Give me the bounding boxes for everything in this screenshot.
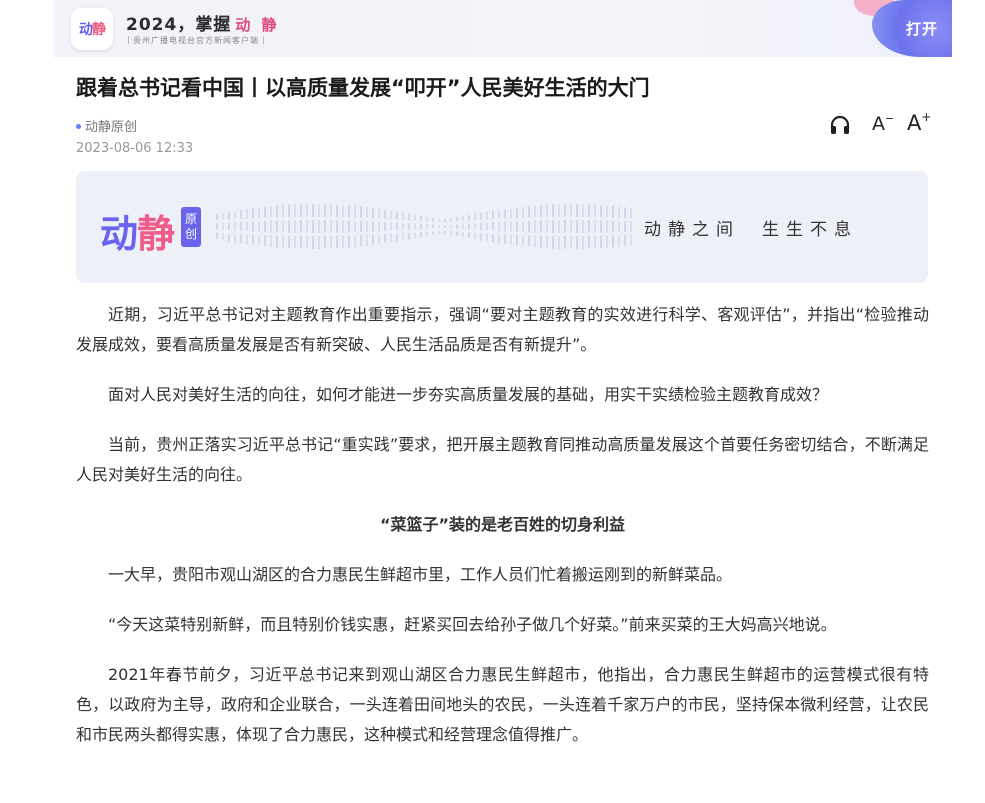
original-tag-char-1: 原 [184,212,197,226]
paragraph: 近期，习近平总书记对主题教育作出重要指示，强调“要对主题教育的实效进行科学、客观… [76,305,929,354]
original-tag-char-2: 创 [184,227,197,241]
paragraph: “今天这菜特别新鲜，而且特别价钱实惠，赶紧买回去给孙子做几个好菜。”前来买菜的王… [108,615,837,634]
font-decrease-letter: A [872,113,885,135]
source-dot-icon [76,124,81,129]
open-app-button[interactable]: 打开 [906,18,938,39]
open-app-area[interactable]: 打开 [872,0,952,57]
decorative-dash-pattern [216,204,632,249]
app-slogan: 2024，掌握动 静 [126,10,280,35]
font-increase-letter: A [907,111,922,135]
reading-tools: A− A+ [829,110,931,138]
headphone-icon[interactable] [829,115,851,135]
section-subheading: “菜篮子”装的是老百姓的切身利益 [379,515,626,534]
article-source[interactable]: 动静原创 [76,116,137,135]
banner-slogan-left: 动静之间 [644,220,740,240]
original-tag: 原 创 [181,207,201,247]
slogan-year: 2024，掌握 [126,15,232,35]
banner-slogan: 动静之间 生生不息 [644,215,858,240]
source-label: 动静原创 [85,120,138,135]
banner-brand: 动静 [100,203,175,258]
font-decrease-sign: − [885,112,895,125]
article-body: 近期，习近平总书记对主题教育作出重要指示，强调“要对主题教育的实效进行科学、客观… [76,300,929,770]
paragraph: 2021年春节前夕，习近平总书记来到观山湖区合力惠民生鲜超市，他指出，合力惠民生… [76,665,929,744]
app-logo-char-1: 动 [79,22,93,38]
banner-slogan-right: 生生不息 [762,220,858,240]
slogan-brand: 动 静 [235,16,280,34]
font-increase-button[interactable]: A+ [907,110,931,135]
banner-brand-char-1: 动 [100,212,138,256]
app-download-banner[interactable]: 动静 2024，掌握动 静 贵州广播电视台官方新闻客户端 打开 [53,0,952,57]
font-decrease-button[interactable]: A− [872,112,894,135]
banner-brand-char-2: 静 [137,212,175,256]
publish-timestamp: 2023-08-06 12:33 [76,141,194,156]
app-logo: 动静 [71,8,113,50]
app-logo-char-2: 静 [92,22,106,38]
font-increase-sign: + [921,110,932,124]
paragraph: 一大早，贵阳市观山湖区的合力惠民生鲜超市里，工作人员们忙着搬运刚到的新鲜菜品。 [108,565,733,584]
paragraph: 面对人民对美好生活的向往，如何才能进一步夯实高质量发展的基础，用实干实绩检验主题… [108,385,829,404]
article-title: 跟着总书记看中国丨以高质量发展“叩开”人民美好生活的大门 [76,76,650,100]
app-sub-slogan: 贵州广播电视台官方新闻客户端 [128,35,264,46]
paragraph: 当前，贵州正落实习近平总书记“重实践”要求，把开展主题教育同推动高质量发展这个首… [76,435,929,484]
column-banner: 动静 原 创 动静之间 生生不息 [76,171,928,283]
